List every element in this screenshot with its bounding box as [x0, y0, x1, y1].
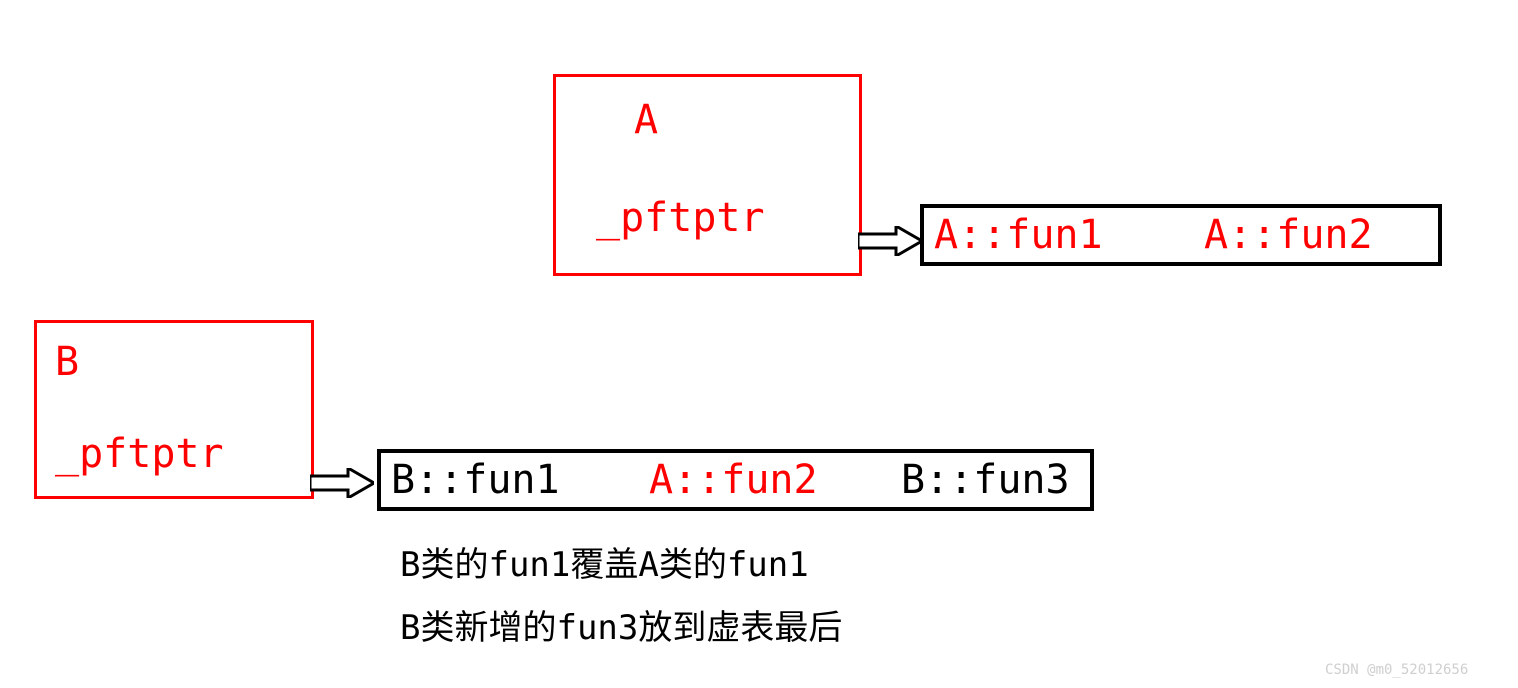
- class-b-vtable-entry-0: B::fun1: [391, 457, 560, 503]
- watermark: CSDN @m0_52012656: [1325, 662, 1468, 678]
- class-b-vtable-box: B::fun1 A::fun2 B::fun3: [377, 449, 1094, 511]
- arrow-b-to-vtable: [310, 468, 374, 498]
- class-b-vtable-entry-2: B::fun3: [901, 457, 1070, 503]
- class-a-vtable-entry-0: A::fun1: [934, 212, 1103, 258]
- class-b-vtable-entry-1: A::fun2: [649, 457, 818, 503]
- arrow-right-icon: [858, 226, 922, 256]
- note-line-2: B类新增的fun3放到虚表最后: [400, 600, 842, 649]
- class-b-object-box: B _pftptr: [34, 320, 314, 499]
- class-a-name: A: [634, 97, 658, 143]
- class-a-vtable-entry-1: A::fun2: [1204, 212, 1373, 258]
- arrow-right-icon: [310, 468, 374, 498]
- class-a-vptr: _pftptr: [596, 195, 765, 241]
- arrow-a-to-vtable: [858, 226, 922, 256]
- note-line-1: B类的fun1覆盖A类的fun1: [400, 537, 809, 586]
- class-a-object-box: A _pftptr: [553, 74, 862, 276]
- class-a-vtable-box: A::fun1 A::fun2: [920, 204, 1442, 266]
- class-b-name: B: [55, 339, 79, 385]
- class-b-vptr: _pftptr: [55, 431, 224, 477]
